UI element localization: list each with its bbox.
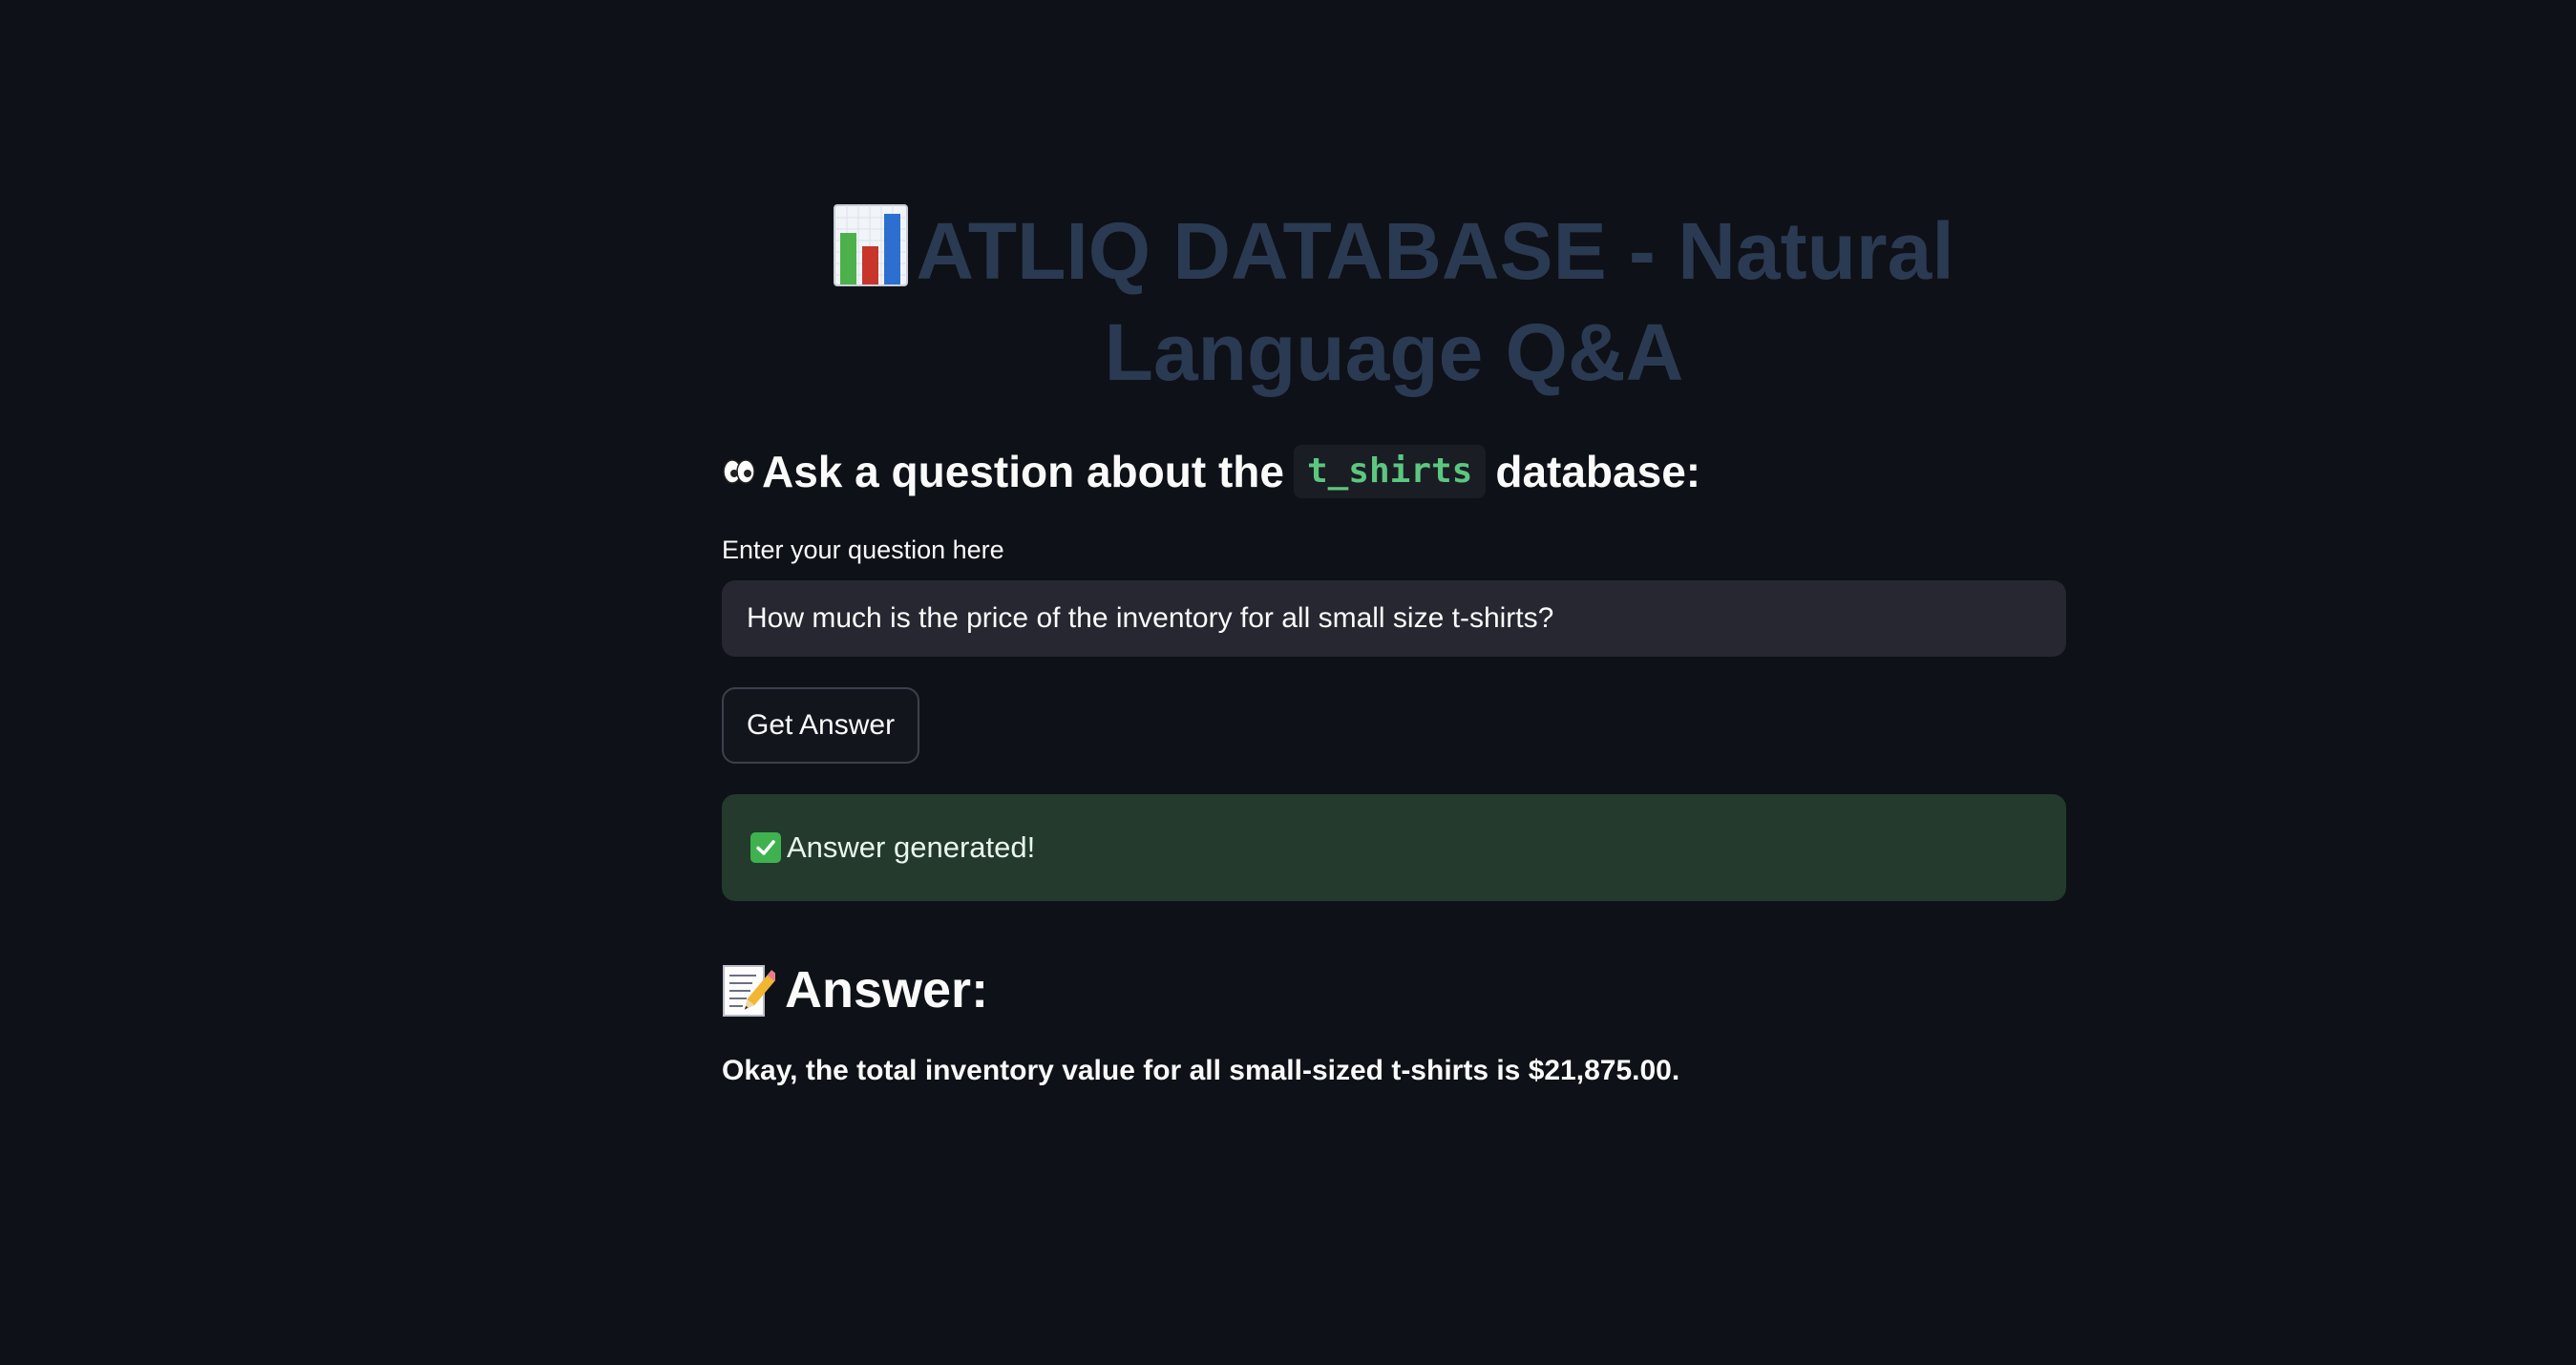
table-name-code: t_shirts [1293,445,1487,498]
subheader-suffix: database: [1495,447,1701,496]
main-content: ATLIQ DATABASE - Natural Language Q&A As… [722,200,2066,1090]
bar-chart-icon [834,204,909,286]
page-title: ATLIQ DATABASE - Natural Language Q&A [722,200,2066,403]
eyes-icon [723,459,755,484]
success-alert: Answer generated! [722,794,2066,901]
get-answer-button[interactable]: Get Answer [722,687,920,764]
memo-icon [723,965,775,1017]
check-mark-icon [750,832,781,863]
question-input-label: Enter your question here [722,536,1004,564]
question-input[interactable] [722,580,2066,657]
subheader-prefix: Ask a question about the [762,447,1284,496]
page-title-text: ATLIQ DATABASE - Natural Language Q&A [916,206,1954,397]
answer-heading: Answer: [722,956,2066,1023]
success-message: Answer generated! [787,830,1036,864]
answer-text: Okay, the total inventory value for all … [722,1055,1680,1086]
question-subheader: Ask a question about the t_shirts databa… [722,443,2066,500]
app-page: ATLIQ DATABASE - Natural Language Q&A As… [0,0,2576,1365]
answer-heading-text: Answer: [785,961,989,1018]
